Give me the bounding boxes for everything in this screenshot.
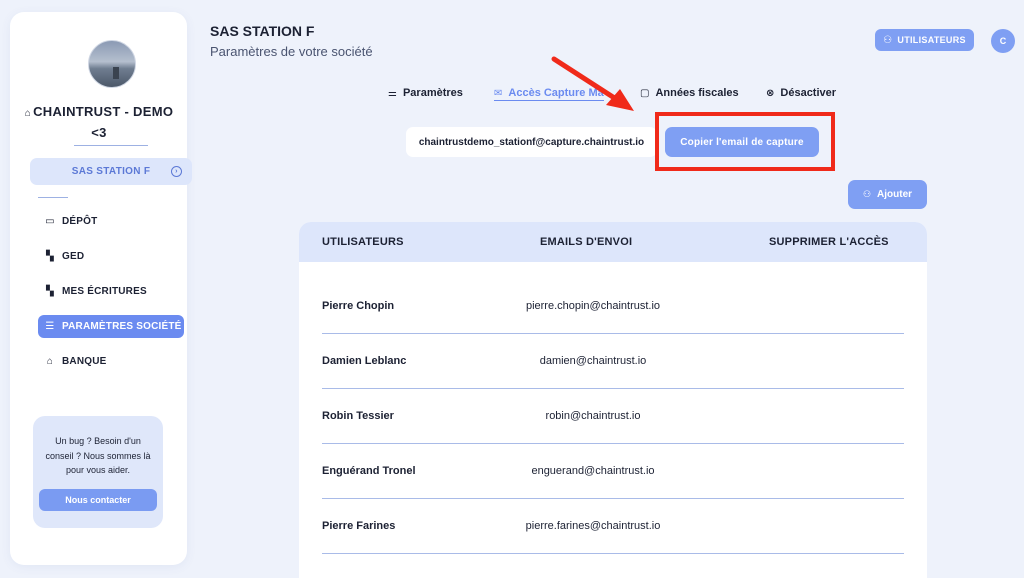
document-icon: ▚ <box>46 251 54 262</box>
tab-desactiver[interactable]: ⊗ Désactiver <box>766 87 836 99</box>
calendar-icon: ▢ <box>640 87 650 99</box>
add-user-icon: ⚇ <box>862 189 872 199</box>
sidebar-item-ged[interactable]: ▚ GED <box>38 245 184 268</box>
add-user-button[interactable]: ⚇ Ajouter <box>848 180 927 209</box>
column-header-users: UTILISATEURS <box>322 236 404 248</box>
users-button[interactable]: ⚇ UTILISATEURS <box>875 29 974 51</box>
user-name: Pierre Farines <box>322 520 396 532</box>
divider <box>38 197 68 198</box>
sliders-icon: ⚌ <box>388 87 397 99</box>
sidebar: ⌂ CHAINTRUST - DEMO <3 SAS STATION F › ▭ … <box>10 12 192 565</box>
company-selector[interactable]: SAS STATION F › <box>30 158 192 185</box>
sliders-icon: ☰ <box>45 321 55 332</box>
user-email: pierre.chopin@chaintrust.io <box>525 300 661 312</box>
sidebar-item-label: DÉPÔT <box>62 216 98 227</box>
company-selector-label: SAS STATION F <box>71 166 151 177</box>
column-header-remove-access: SUPPRIMER L'ACCÈS <box>769 236 889 248</box>
home-icon: ⌂ <box>24 108 32 119</box>
column-header-emails: EMAILS D'ENVOI <box>540 236 633 248</box>
table-header: UTILISATEURS EMAILS D'ENVOI SUPPRIMER L'… <box>299 222 927 262</box>
sidebar-item-depot[interactable]: ▭ DÉPÔT <box>38 210 184 233</box>
tab-label: Désactiver <box>780 87 837 99</box>
mail-icon: ✉ <box>494 87 503 99</box>
sidebar-item-label: GED <box>62 251 85 262</box>
tab-label: Paramètres <box>402 87 463 99</box>
row-divider <box>322 553 904 554</box>
table-row: Pierre Farines pierre.farines@chaintrust… <box>299 482 927 554</box>
page-title: SAS STATION F <box>210 23 315 39</box>
user-name: Robin Tessier <box>322 410 394 422</box>
sidebar-item-label: BANQUE <box>62 356 107 367</box>
user-email: enguerand@chaintrust.io <box>531 465 655 477</box>
users-table: UTILISATEURS EMAILS D'ENVOI SUPPRIMER L'… <box>299 222 927 578</box>
chevron-right-icon: › <box>171 166 182 177</box>
user-email: damien@chaintrust.io <box>539 355 647 367</box>
table-row: Robin Tessier robin@chaintrust.io <box>299 372 927 444</box>
capture-email-display: chaintrustdemo_stationf@capture.chaintru… <box>406 127 657 157</box>
help-box: Un bug ? Besoin d'un conseil ? Nous somm… <box>33 416 163 528</box>
users-icon: ⚇ <box>883 34 893 46</box>
table-row: Pierre Chopin pierre.chopin@chaintrust.i… <box>299 262 927 334</box>
close-circle-icon: ⊗ <box>766 87 775 99</box>
user-avatar[interactable]: C <box>991 29 1015 53</box>
folder-icon: ▭ <box>45 216 55 227</box>
sidebar-item-parametres-societe[interactable]: ☰ PARAMÈTRES SOCIÉTÉ <box>38 315 184 338</box>
tab-label: Années fiscales <box>655 87 739 99</box>
user-email: robin@chaintrust.io <box>545 410 641 422</box>
user-email: pierre.farines@chaintrust.io <box>525 520 661 532</box>
red-highlight-annotation <box>655 112 835 171</box>
company-name-label: CHAINTRUST - DEMO <3 <box>33 104 174 140</box>
sidebar-item-mes-ecritures[interactable]: ▚ MES ÉCRITURES <box>38 280 184 303</box>
contact-button[interactable]: Nous contacter <box>39 489 157 511</box>
sidebar-item-label: MES ÉCRITURES <box>62 286 147 297</box>
user-name: Pierre Chopin <box>322 300 395 312</box>
user-name: Enguérand Tronel <box>322 465 416 477</box>
add-button-label: Ajouter <box>877 189 913 200</box>
tab-annees-fiscales[interactable]: ▢ Années fiscales <box>640 87 739 99</box>
table-row: Damien Leblanc damien@chaintrust.io <box>299 317 927 389</box>
page-subtitle: Paramètres de votre société <box>210 44 373 59</box>
tab-parametres[interactable]: ⚌ Paramètres <box>388 87 463 99</box>
users-button-label: UTILISATEURS <box>897 35 966 45</box>
company-avatar[interactable] <box>88 40 136 88</box>
bank-icon: ⌂ <box>46 356 54 367</box>
table-row: Enguérand Tronel enguerand@chaintrust.io <box>299 427 927 499</box>
company-name: ⌂ CHAINTRUST - DEMO <3 <box>24 102 174 142</box>
divider <box>74 145 148 146</box>
sidebar-item-label: PARAMÈTRES SOCIÉTÉ <box>62 321 182 332</box>
sidebar-nav: ▭ DÉPÔT ▚ GED ▚ MES ÉCRITURES ☰ PARAMÈTR… <box>38 210 184 385</box>
red-arrow-annotation <box>551 56 634 111</box>
help-text: Un bug ? Besoin d'un conseil ? Nous somm… <box>45 436 151 475</box>
sidebar-item-banque[interactable]: ⌂ BANQUE <box>38 350 184 373</box>
document-icon: ▚ <box>46 286 54 297</box>
user-name: Damien Leblanc <box>322 355 407 367</box>
